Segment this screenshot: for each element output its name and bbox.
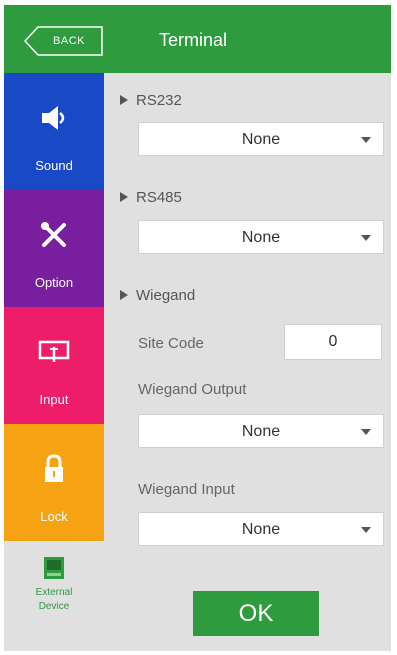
external-device-icon [4,553,104,583]
input-icon [4,337,104,367]
settings-panel: RS232 None RS485 None Wiegand Site Code … [104,73,391,651]
app-window: BACK Terminal Sound Option Input Lock Ex… [4,5,391,651]
page-title: Terminal [159,30,228,50]
sidebar-item-input[interactable]: Input [4,307,104,424]
dropdown-caret-icon [361,527,371,533]
section-rs232: RS232 [120,92,182,109]
sidebar-item-label: Option [34,275,74,290]
wiegand-output-select[interactable]: None [138,414,384,448]
header-bar: BACK Terminal [4,5,391,73]
lock-icon [4,454,104,484]
ok-button[interactable]: OK [193,591,319,636]
sidebar-item-external-device[interactable]: External Device [4,541,104,651]
tools-icon [4,220,104,250]
sidebar-item-label: Sound [35,158,73,173]
speaker-icon [4,103,104,133]
wiegand-input-select[interactable]: None [138,512,384,546]
triangle-right-icon [120,192,128,203]
sidebar: Sound Option Input Lock External Device [4,73,104,651]
rs232-select[interactable]: None [138,122,384,156]
sidebar-item-label: Input [39,392,69,407]
back-button-label: BACK [53,35,85,47]
section-wiegand: Wiegand [120,287,195,304]
dropdown-caret-icon [361,429,371,435]
rs485-select[interactable]: None [138,220,384,254]
sidebar-item-lock[interactable]: Lock [4,424,104,541]
site-code-input[interactable]: 0 [284,324,382,360]
sidebar-item-label: Lock [40,509,68,524]
sidebar-item-label: External Device [35,587,73,612]
dropdown-caret-icon [361,137,371,143]
wiegand-output-label: Wiegand Output [138,381,247,398]
sidebar-item-option[interactable]: Option [4,190,104,307]
triangle-right-icon [120,95,128,106]
triangle-right-icon [120,290,128,301]
back-button[interactable]: BACK [24,26,104,56]
sidebar-item-sound[interactable]: Sound [4,73,104,190]
wiegand-input-label: Wiegand Input [138,481,235,498]
section-rs485: RS485 [120,189,182,206]
dropdown-caret-icon [361,235,371,241]
site-code-label: Site Code [138,335,204,352]
